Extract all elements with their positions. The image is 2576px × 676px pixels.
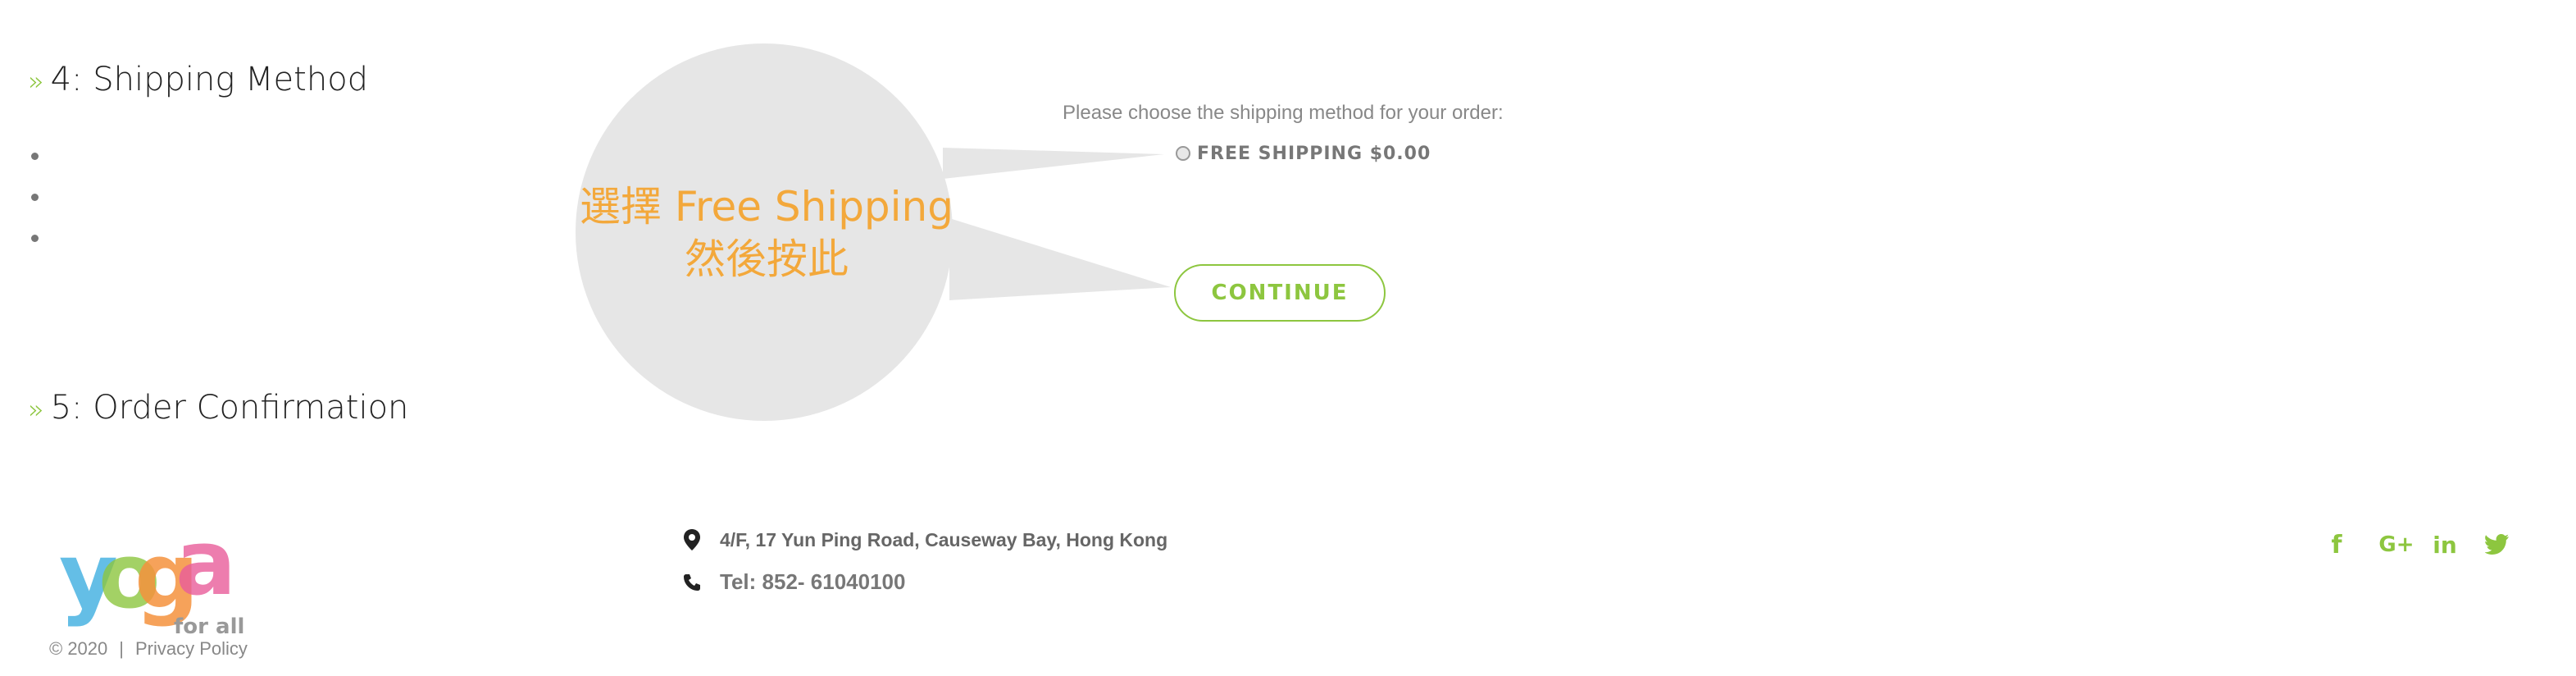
step-5-heading[interactable]: » 5: Order Confirmation	[28, 389, 408, 427]
separator: |	[119, 638, 124, 659]
twitter-icon[interactable]	[2481, 528, 2514, 561]
linkedin-icon[interactable]: in	[2428, 528, 2461, 561]
list-bullet	[31, 153, 39, 160]
shipping-prompt: Please choose the shipping method for yo…	[1063, 102, 1504, 124]
chevron-right-icon: »	[28, 394, 44, 425]
free-shipping-radio[interactable]	[1176, 146, 1190, 161]
list-bullet	[31, 194, 39, 201]
free-shipping-label[interactable]: FREE SHIPPING $0.00	[1197, 144, 1431, 164]
list-bullet	[31, 235, 39, 242]
facebook-icon[interactable]: f	[2320, 528, 2353, 561]
step-5-title: 5: Order Confirmation	[50, 389, 409, 427]
yoga-for-all-logo[interactable]: y o g a for all	[59, 525, 256, 640]
svg-text:for all: for all	[174, 614, 244, 639]
copyright-text: © 2020	[49, 638, 108, 659]
continue-button[interactable]: CONTINUE	[1174, 264, 1386, 322]
phone-row: Tel: 852- 61040100	[682, 569, 905, 595]
svg-text:a: a	[175, 525, 236, 615]
map-marker-icon	[684, 529, 700, 550]
twitter-bird-shape	[2485, 534, 2509, 555]
step-4-title: 4: Shipping Method	[50, 61, 369, 98]
google-plus-icon[interactable]: G+	[2374, 528, 2419, 561]
address-row: 4/F, 17 Yun Ping Road, Causeway Bay, Hon…	[682, 528, 1167, 551]
chevron-right-icon: »	[28, 66, 44, 97]
phone-number[interactable]: Tel: 852- 61040100	[720, 569, 905, 595]
address-text: 4/F, 17 Yun Ping Road, Causeway Bay, Hon…	[720, 528, 1168, 550]
privacy-policy-link[interactable]: Privacy Policy	[135, 638, 248, 659]
step-4-heading[interactable]: » 4: Shipping Method	[28, 61, 368, 98]
phone-icon	[684, 573, 700, 591]
annotation-line-2: 然後按此	[685, 235, 849, 283]
annotation-text: 選擇 Free Shipping 然後按此	[566, 180, 967, 285]
footer-copyright: © 2020 | Privacy Policy	[49, 638, 248, 660]
annotation-line-1: 選擇 Free Shipping	[579, 183, 953, 231]
